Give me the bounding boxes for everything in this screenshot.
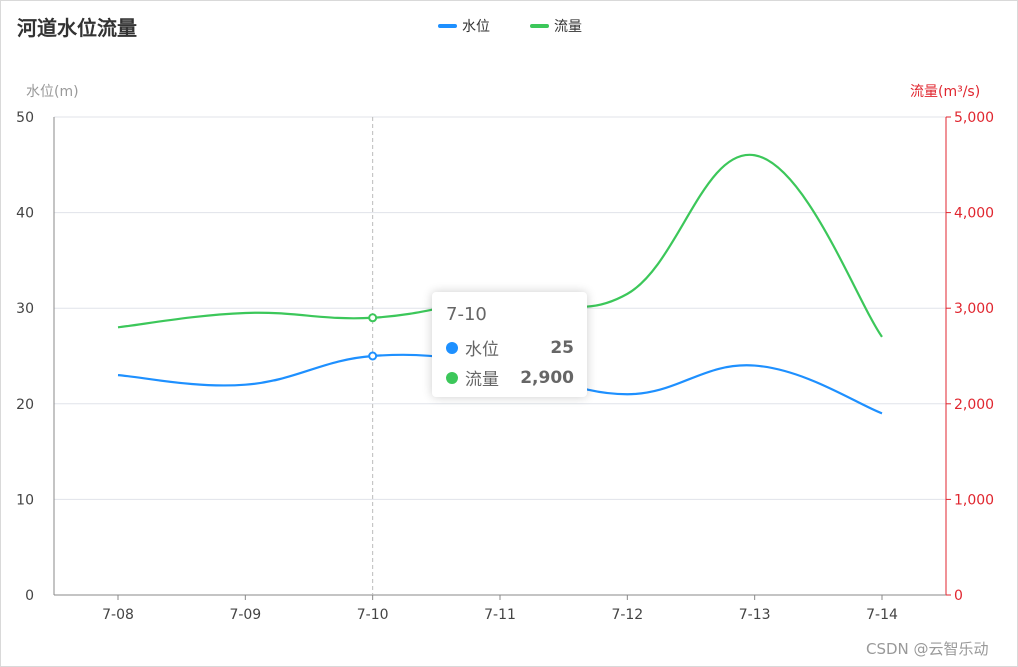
series-dot-icon (446, 341, 458, 354)
right-axis-tick-label: 5,000 (954, 110, 994, 126)
legend-item-water-level[interactable]: 水位 (438, 16, 490, 36)
left-axis-tick-label: 20 (16, 397, 34, 413)
x-axis-tick-label: 7-09 (229, 607, 261, 623)
left-axis-tick-label: 40 (16, 206, 34, 222)
tooltip-row-value: 2,900 (520, 367, 574, 388)
right-axis-tick-label: 1,000 (954, 492, 994, 508)
legend-swatch-icon (438, 24, 457, 28)
tooltip-title: 7-10 (446, 304, 487, 325)
series-point-water-level (368, 351, 378, 361)
series-dot-icon (446, 371, 458, 384)
tooltip-row-label: 流量 (465, 370, 499, 390)
left-axis-name: 水位(m) (26, 84, 79, 100)
legend-label: 流量 (554, 19, 582, 35)
tooltip-row-flow: 流量 2,900 (446, 365, 574, 390)
right-axis-tick-label: 0 (954, 588, 963, 604)
right-axis-tick-label: 3,000 (954, 301, 994, 317)
left-axis-tick-label: 30 (16, 301, 34, 317)
watermark: CSDN @云智乐动 (866, 640, 989, 658)
legend-swatch-icon (530, 24, 549, 28)
x-axis-tick-label: 7-14 (866, 607, 898, 623)
left-axis-tick-label: 50 (16, 110, 34, 126)
right-axis-name: 流量(m³/s) (910, 84, 981, 100)
x-axis-tick-label: 7-12 (611, 607, 643, 623)
chart-title: 河道水位流量 (17, 16, 137, 40)
tooltip: 7-10 水位 25 流量 2,900 (432, 292, 587, 397)
right-axis-tick-label: 2,000 (954, 397, 994, 413)
tooltip-row-label: 水位 (465, 340, 499, 360)
legend-item-flow[interactable]: 流量 (530, 16, 582, 36)
left-axis-tick-label: 0 (25, 588, 34, 604)
x-axis-tick-label: 7-08 (102, 607, 134, 623)
tooltip-row-water-level: 水位 25 (446, 335, 574, 360)
tooltip-row-value: 25 (550, 337, 574, 358)
x-axis-tick-label: 7-11 (484, 607, 516, 623)
legend-label: 水位 (462, 19, 490, 35)
x-axis-tick-label: 7-10 (357, 607, 389, 623)
right-axis-tick-label: 4,000 (954, 206, 994, 222)
left-axis-tick-label: 10 (16, 492, 34, 508)
x-axis-tick-label: 7-13 (739, 607, 771, 623)
series-point-flow (368, 313, 378, 323)
